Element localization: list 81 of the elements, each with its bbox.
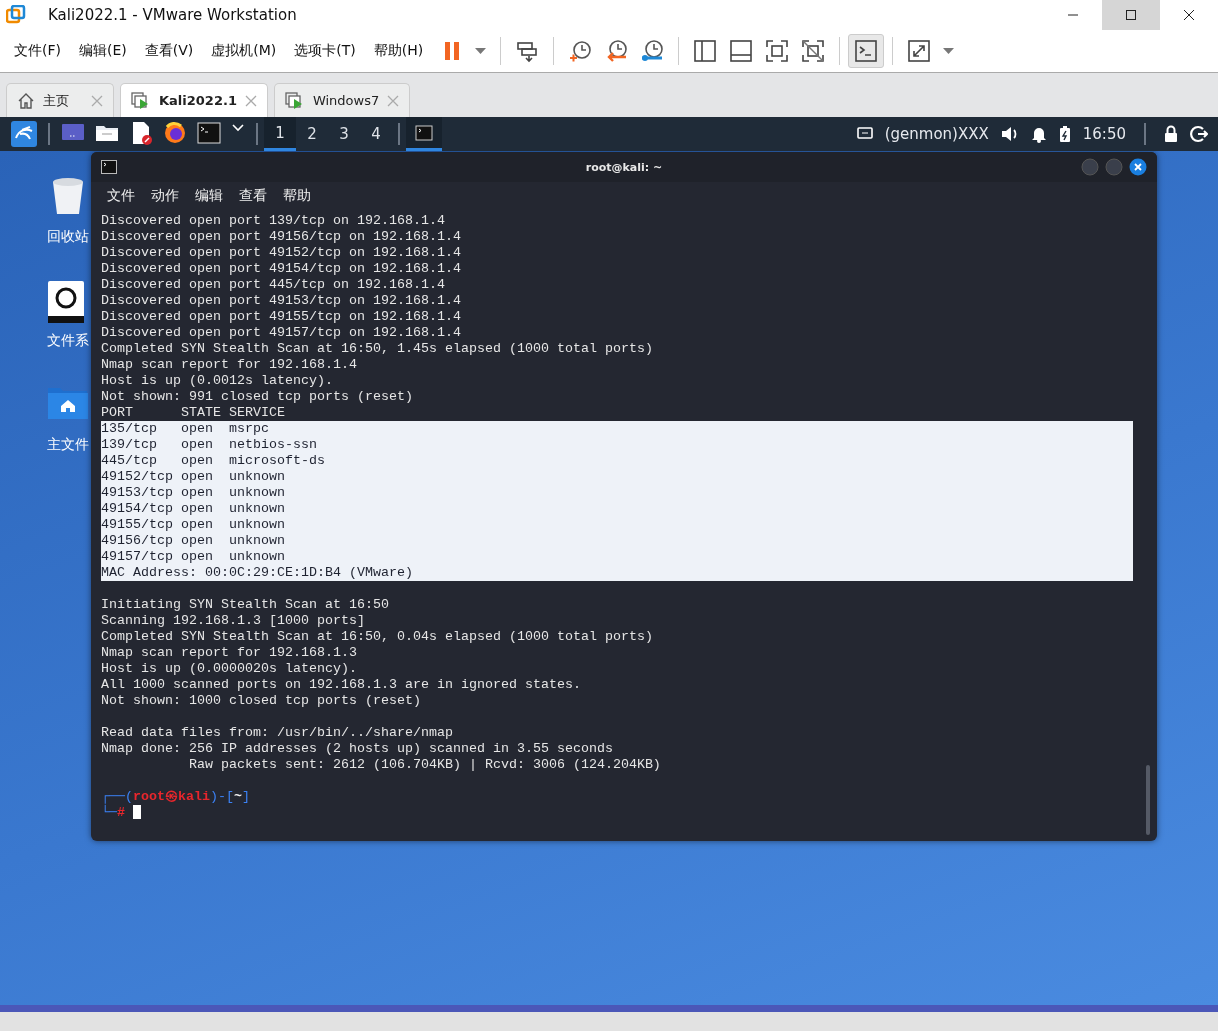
volume-icon[interactable] xyxy=(1000,125,1019,143)
caret-icon xyxy=(943,48,955,54)
clock-wrench-icon xyxy=(640,39,665,63)
menu-item[interactable]: 查看 xyxy=(233,187,273,205)
terminal-line: Raw packets sent: 2612 (106.704KB) | Rcvd: 3006 (124.204KB) xyxy=(187,757,661,773)
prompt-line: └─# xyxy=(101,805,141,821)
network-icon[interactable] xyxy=(856,127,873,141)
terminal-line: Host is up (0.0000020s latency). xyxy=(101,661,357,677)
kali-dragon-icon[interactable] xyxy=(11,121,37,147)
terminal-icon[interactable] xyxy=(197,121,221,147)
terminal-line: Discovered open port 139/tcp on 192.168.1.4 xyxy=(101,213,445,229)
terminal-line: Not shown: 1000 closed tcp ports (reset) xyxy=(101,693,421,709)
text-cursor xyxy=(133,805,141,820)
logout-icon[interactable] xyxy=(1190,125,1208,143)
terminal-line: Not shown: 991 closed tcp ports (reset) xyxy=(101,389,413,405)
menu-item[interactable]: 帮助(H) xyxy=(367,42,430,60)
battery-charging-icon[interactable] xyxy=(1058,125,1071,143)
bell-icon[interactable] xyxy=(1030,125,1047,143)
terminal-line: Discovered open port 49156/tcp on 192.168.1.4 xyxy=(101,229,461,245)
maximize-icon xyxy=(1125,9,1137,21)
terminal-line: Discovered open port 49155/tcp on 192.168.1.4 xyxy=(101,309,461,325)
terminal-title: root@kali: ~ xyxy=(585,160,663,174)
tab[interactable]: Windows7 xyxy=(273,83,411,117)
caret-icon xyxy=(475,48,487,54)
terminal-line: Discovered open port 49153/tcp on 192.168.1.4 xyxy=(101,293,461,309)
terminal-line: Nmap scan report for 192.168.1.3 xyxy=(101,645,357,661)
terminal-line: Nmap scan report for 192.168.1.4 xyxy=(101,357,357,373)
terminal-line: Discovered open port 49157/tcp on 192.168.1.4 xyxy=(101,325,461,341)
prompt-line: ┌──(root㉿kali)-[~] xyxy=(101,789,250,805)
tab[interactable]: 主页 xyxy=(6,83,114,117)
genmon-label: (genmon)XXX xyxy=(884,125,989,143)
home-icon xyxy=(17,91,35,110)
desktop-icon-label[interactable]: 主文件 xyxy=(47,436,89,454)
terminal-line: All 1000 scanned ports on 192.168.1.3 are in ignored states. xyxy=(101,677,581,693)
workspace-button[interactable]: 1 xyxy=(264,117,296,151)
lock-icon[interactable] xyxy=(1164,125,1178,143)
close-button[interactable] xyxy=(1129,158,1147,176)
scrollbar[interactable] xyxy=(1146,765,1150,835)
terminal-line: Nmap done: 256 IP addresses (2 hosts up) scanned in 3.55 seconds xyxy=(101,741,613,757)
menu-item[interactable]: 动作 xyxy=(145,187,185,205)
crossed-window-icon xyxy=(801,39,826,63)
sidebar-layout-icon xyxy=(693,39,718,63)
bottom-bar-layout-icon xyxy=(729,39,754,63)
keyboard-arrow-icon xyxy=(515,39,540,63)
terminal-line: Read data files from: /usr/bin/../share/nmap xyxy=(101,725,453,741)
menu-item[interactable]: 编辑 xyxy=(189,187,229,205)
terminal-icon xyxy=(415,124,433,141)
clock[interactable]: 16:50 xyxy=(1082,125,1126,143)
terminal-line: Completed SYN Stealth Scan at 16:50, 1.45s elapsed (1000 total ports) xyxy=(101,341,653,357)
terminal-icon xyxy=(101,160,117,174)
menu-item[interactable]: 虚拟机(M) xyxy=(205,42,283,60)
menu-item[interactable]: 编辑(E) xyxy=(73,42,133,60)
task-button[interactable] xyxy=(406,117,442,151)
desktop-icon-label[interactable]: 回收站 xyxy=(47,228,89,246)
terminal-line: Completed SYN Stealth Scan at 16:50, 0.04s elapsed (1000 total ports) xyxy=(101,629,653,645)
close-icon xyxy=(1183,9,1195,21)
menu-item[interactable]: 查看(V) xyxy=(138,42,200,60)
workspace-button[interactable]: 4 xyxy=(360,117,392,151)
maximize-button[interactable] xyxy=(1102,0,1160,30)
fullscreen-icon xyxy=(765,39,790,63)
menu-item[interactable]: 文件(F) xyxy=(8,42,67,60)
resize-arrows-icon xyxy=(907,39,932,63)
terminal-line: Discovered open port 445/tcp on 192.168.1.4 xyxy=(101,277,445,293)
terminal-line: Host is up (0.0012s latency). xyxy=(101,373,333,389)
app-logo-icon xyxy=(6,5,26,25)
menu-item[interactable]: 选项卡(T) xyxy=(288,42,362,60)
menu-item[interactable]: 文件 xyxy=(101,187,141,205)
workspace-button[interactable]: 2 xyxy=(296,117,328,151)
terminal-line: PORT STATE SERVICE xyxy=(101,405,285,421)
window-title: Kali2022.1 - VMware Workstation xyxy=(48,6,297,24)
terminal-prompt-icon xyxy=(854,39,879,63)
terminal-line: Scanning 192.168.1.3 [1000 ports] xyxy=(101,613,365,629)
workspace-button[interactable]: 3 xyxy=(328,117,360,151)
desktop-icon-label[interactable]: 文件系 xyxy=(47,332,89,350)
terminal-line: Discovered open port 49154/tcp on 192.168.1.4 xyxy=(101,261,461,277)
terminal-line: Discovered open port 49152/tcp on 192.168.1.4 xyxy=(101,245,461,261)
menu-item[interactable]: 帮助 xyxy=(277,187,317,205)
terminal-line: Initiating SYN Stealth Scan at 16:50 xyxy=(101,597,389,613)
clock-plus-icon xyxy=(568,39,593,63)
tab[interactable]: Kali2022.1 xyxy=(120,83,268,117)
toolbar-button[interactable] xyxy=(848,34,885,68)
